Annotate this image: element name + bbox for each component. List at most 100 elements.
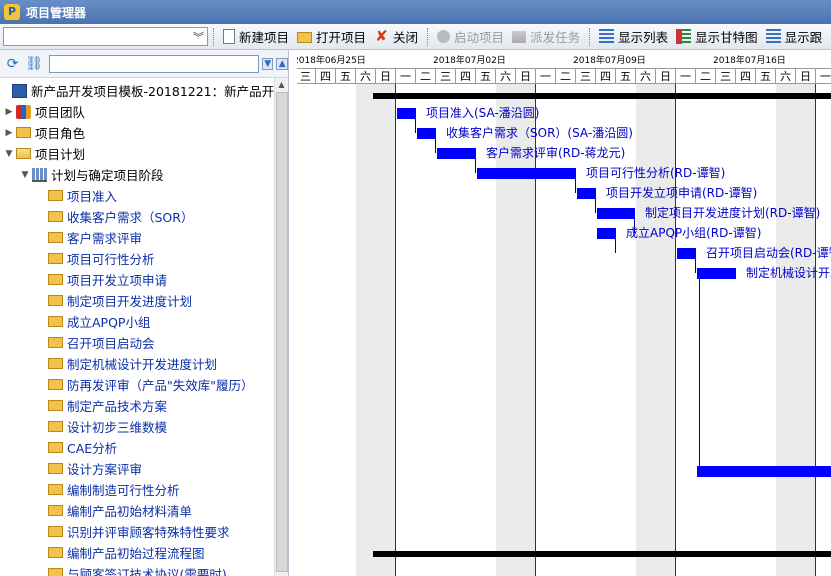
tree-row[interactable]: ▼ 计划与确定项目阶段 — [0, 164, 164, 185]
new-document-icon — [223, 29, 235, 44]
search-input[interactable] — [49, 54, 259, 73]
tree-row[interactable]: CAE分析 — [0, 437, 117, 458]
tree-structure-icon[interactable]: ⛓ — [25, 56, 43, 72]
summary-bar — [373, 93, 831, 99]
tree-row[interactable]: 项目准入 — [0, 185, 117, 206]
tree-row[interactable]: 项目开发立项申请 — [0, 269, 167, 290]
chevron-down-icon[interactable]: ︾ — [193, 29, 204, 45]
weekday-label: 日 — [516, 69, 536, 84]
expand-toggle-icon[interactable]: ▶ — [4, 128, 14, 138]
toolbar-separator — [213, 27, 214, 46]
tree-row[interactable]: 制定产品技术方案 — [0, 395, 167, 416]
task-bar[interactable] — [417, 128, 436, 139]
stage-icon — [32, 167, 47, 182]
folder-open-icon — [16, 148, 31, 159]
task-folder-icon — [48, 400, 63, 411]
refresh-icon[interactable]: ⟳ — [5, 56, 20, 72]
task-bar[interactable] — [697, 466, 831, 477]
tree-row[interactable]: 项目可行性分析 — [0, 248, 155, 269]
close-button[interactable]: ✘ 关闭 — [370, 26, 422, 48]
task-bar-label: 收集客户需求（SOR）(SA-潘沿圆) — [446, 126, 633, 140]
tree-row[interactable]: 制定机械设计开发进度计划 — [0, 353, 217, 374]
weekend-shading — [636, 84, 676, 576]
tree-row[interactable]: 制定项目开发进度计划 — [0, 290, 192, 311]
tree-row[interactable]: 设计初步三维数模 — [0, 416, 167, 437]
tree-row[interactable]: ▶ 项目团队 — [0, 101, 85, 122]
app-logo-icon: P — [4, 4, 20, 20]
task-bar[interactable] — [477, 168, 576, 179]
toolbar: ︾ 新建项目 打开项目 ✘ 关闭 启动项目 派发任务 显示列表 显示甘特图 显示跟 — [0, 24, 831, 50]
task-folder-icon — [48, 232, 63, 243]
tree-row[interactable]: 客户需求评审 — [0, 227, 142, 248]
summary-bar — [373, 551, 831, 557]
expand-toggle-icon[interactable]: ▼ — [20, 170, 30, 180]
task-bar[interactable] — [597, 228, 616, 239]
arrow-down-icon[interactable]: ▼ — [261, 57, 274, 70]
project-icon — [12, 83, 27, 98]
task-bar[interactable] — [597, 208, 635, 219]
task-bar[interactable] — [577, 188, 596, 199]
expand-toggle-icon[interactable]: ▶ — [4, 107, 14, 117]
tree-row[interactable]: 编制产品初始过程流程图 — [0, 542, 205, 563]
tree-item-label: 设计初步三维数模 — [67, 420, 168, 435]
task-bar[interactable] — [677, 248, 696, 259]
tree-item-label: 项目角色 — [35, 126, 86, 141]
weekday-label: 五 — [476, 69, 496, 84]
task-folder-icon — [48, 526, 63, 537]
task-folder-icon — [48, 463, 63, 474]
tree-row[interactable]: 成立APQP小组 — [0, 311, 150, 332]
open-project-button[interactable]: 打开项目 — [293, 26, 370, 48]
gantt-day-header: 三四五六日一二三四五六日一二三四五六日一二三四五六日一 — [297, 68, 831, 84]
task-bar[interactable] — [697, 268, 736, 279]
task-folder-icon — [48, 568, 63, 576]
tree-item-label: 编制产品初始材料清单 — [67, 504, 193, 519]
weekday-label: 五 — [336, 69, 356, 84]
vertical-scrollbar[interactable]: ▲ — [274, 78, 288, 576]
tree-row[interactable]: ▶ 项目角色 — [0, 122, 85, 143]
new-project-button[interactable]: 新建项目 — [219, 26, 293, 48]
close-icon: ✘ — [375, 27, 388, 45]
tree-row[interactable]: 防再发评审（产品"失效库"履历） — [0, 374, 254, 395]
dispatch-task-button[interactable]: 派发任务 — [508, 26, 584, 48]
tree-row[interactable]: 编制制造可行性分析 — [0, 479, 180, 500]
scroll-up-icon[interactable]: ▲ — [275, 78, 288, 92]
tree-row[interactable]: ▼ 项目计划 — [0, 143, 85, 164]
expand-toggle-icon[interactable]: ▼ — [4, 149, 14, 159]
task-bar-label: 项目准入(SA-潘沿圆) — [426, 106, 540, 120]
show-gantt-button[interactable]: 显示甘特图 — [672, 26, 762, 48]
show-tracking-button[interactable]: 显示跟 — [762, 26, 827, 48]
weekday-label: 日 — [656, 69, 676, 84]
list-icon — [599, 29, 615, 44]
tree-row[interactable]: 召开项目启动会 — [0, 332, 155, 353]
tree-row[interactable]: 编制产品初始材料清单 — [0, 500, 192, 521]
tree-item-label: 召开项目启动会 — [67, 336, 155, 351]
gantt-icon — [676, 29, 692, 44]
dispatch-icon — [512, 30, 527, 43]
tracking-icon — [765, 29, 781, 44]
weekday-label: 五 — [616, 69, 636, 84]
tree-row[interactable]: 识别并评审顾客特殊特性要求 — [0, 521, 230, 542]
tree-item-label: 制定产品技术方案 — [67, 399, 168, 414]
scrollbar-thumb[interactable] — [276, 92, 288, 572]
start-project-button[interactable]: 启动项目 — [433, 26, 508, 48]
weekday-label: 一 — [396, 69, 416, 84]
show-list-button[interactable]: 显示列表 — [595, 26, 672, 48]
tree-item-label: 新产品开发项目模板-20181221：新产品开发项目 — [31, 84, 275, 99]
project-combo[interactable]: ︾ — [3, 27, 208, 46]
task-bar[interactable] — [437, 148, 476, 159]
arrow-up-icon[interactable]: ▲ — [276, 57, 289, 70]
task-folder-icon — [48, 421, 63, 432]
task-folder-icon — [48, 547, 63, 558]
tree-row[interactable]: 与顾客签订技术协议(需要时) — [0, 563, 227, 576]
weekday-label: 二 — [556, 69, 576, 84]
toolbar-separator — [427, 27, 429, 46]
weekend-shading — [356, 84, 396, 576]
tree-row[interactable]: 收集客户需求（SOR） — [0, 206, 193, 227]
tree-row[interactable]: 新产品开发项目模板-20181221：新产品开发项目 — [0, 80, 275, 101]
week-label: 2018年06月25日 — [297, 56, 366, 66]
tree-row[interactable]: 设计方案评审 — [0, 458, 142, 479]
project-tree-panel: ⟳ ⛓ ▼ ▲ 新产品开发项目模板-20181221：新产品开发项目▶项目团队▶… — [0, 50, 289, 576]
weekday-label: 三 — [297, 69, 316, 84]
task-bar[interactable] — [397, 108, 416, 119]
dependency-line — [695, 259, 696, 273]
